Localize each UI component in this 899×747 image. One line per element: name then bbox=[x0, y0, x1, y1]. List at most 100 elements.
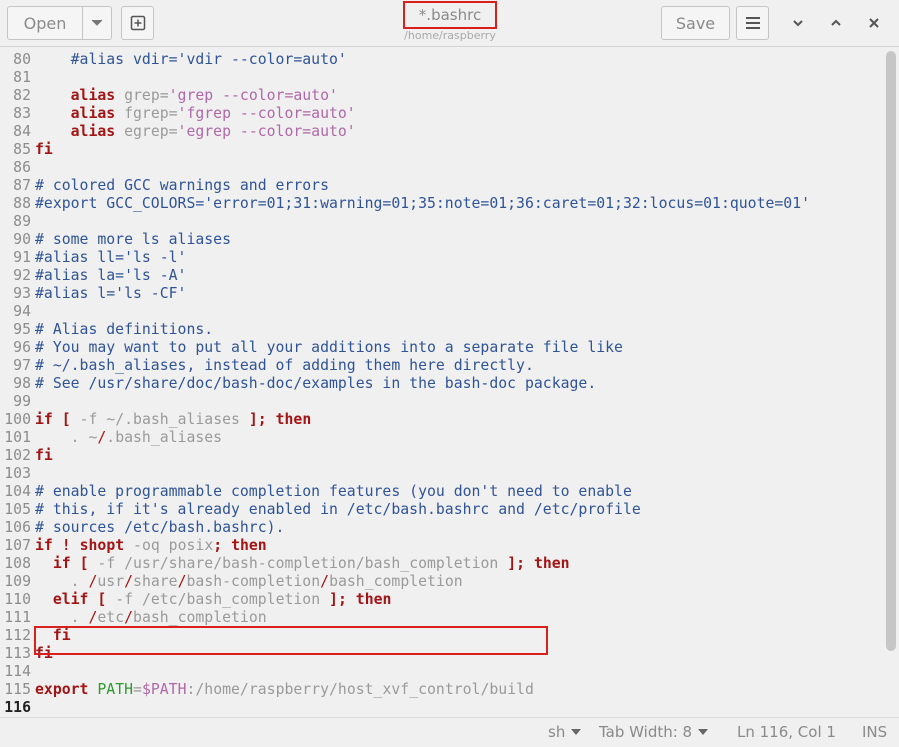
line-number: 104 bbox=[4, 483, 31, 500]
code-token: bash-completion bbox=[186, 573, 321, 590]
close-icon bbox=[869, 18, 879, 28]
close-button[interactable] bbox=[859, 6, 889, 40]
code-token: PATH bbox=[97, 681, 134, 698]
line-code: # colored GCC warnings and errors bbox=[35, 177, 329, 195]
code-token: fgrep= bbox=[115, 105, 178, 122]
code-token: if bbox=[52, 555, 71, 572]
code-token: # some more ls aliases bbox=[35, 231, 231, 248]
code-token: fi bbox=[35, 447, 53, 464]
line-number: 89 bbox=[13, 213, 31, 230]
code-token: # You may want to put all your additions… bbox=[35, 339, 623, 356]
code-token: / bbox=[124, 609, 134, 626]
line-number: 80 bbox=[13, 51, 31, 68]
line-number: 95 bbox=[13, 321, 31, 338]
line-number: 100 bbox=[4, 411, 31, 428]
code-token: if bbox=[35, 411, 53, 428]
line-code: . /etc/bash_completion bbox=[35, 609, 267, 627]
line-number: 106 bbox=[4, 519, 31, 536]
code-token: #alias la='ls -A' bbox=[35, 267, 187, 284]
line-number: 84 bbox=[13, 123, 31, 140]
insert-mode-indicator: INS bbox=[862, 723, 888, 741]
code-token: ! bbox=[61, 537, 71, 554]
code-token: # colored GCC warnings and errors bbox=[35, 177, 329, 194]
maximize-button[interactable] bbox=[821, 6, 851, 40]
line-number: 94 bbox=[13, 303, 31, 320]
line-code: #alias la='ls -A' bbox=[35, 267, 186, 285]
line-code: fi bbox=[35, 447, 53, 465]
line-number: 102 bbox=[4, 447, 31, 464]
vertical-scrollbar[interactable] bbox=[886, 51, 896, 651]
code-token: 'grep --color=auto' bbox=[168, 87, 338, 104]
line-code: alias grep='grep --color=auto' bbox=[35, 87, 338, 105]
line-code: if [ -f /usr/share/bash-completion/bash_… bbox=[35, 555, 570, 573]
line-code: . /usr/share/bash-completion/bash_comple… bbox=[35, 573, 463, 591]
language-label: sh bbox=[548, 723, 566, 741]
language-selector[interactable]: sh bbox=[548, 723, 582, 741]
code-token: ]; bbox=[507, 555, 526, 572]
open-dropdown-button[interactable] bbox=[82, 6, 112, 40]
line-number: 111 bbox=[4, 609, 31, 626]
code-token: [ bbox=[79, 555, 89, 572]
new-tab-button[interactable] bbox=[121, 6, 154, 40]
code-token: if bbox=[35, 537, 53, 554]
line-code: # enable programmable completion feature… bbox=[35, 483, 632, 501]
line-number: 109 bbox=[4, 573, 31, 590]
line-code: # Alias definitions. bbox=[35, 321, 213, 339]
code-token: # Alias definitions. bbox=[35, 321, 214, 338]
code-token: alias bbox=[70, 123, 116, 140]
line-number: 88 bbox=[13, 195, 31, 212]
line-number: 85 bbox=[13, 141, 31, 158]
minimize-button[interactable] bbox=[783, 6, 813, 40]
code-token: 'egrep --color=auto' bbox=[177, 123, 356, 140]
chevron-up-icon bbox=[831, 19, 841, 26]
code-token: #alias ll='ls -l' bbox=[35, 249, 187, 266]
line-number: 114 bbox=[4, 663, 31, 680]
line-number: 99 bbox=[13, 393, 31, 410]
line-code: # See /usr/share/doc/bash-doc/examples i… bbox=[35, 375, 596, 393]
code-token: # enable programmable completion feature… bbox=[35, 483, 632, 500]
code-token: [ bbox=[61, 411, 71, 428]
code-token: # See /usr/share/doc/bash-doc/examples i… bbox=[35, 375, 597, 392]
text-editor[interactable]: 80 #alias vdir='vdir --color=auto' 81 82 a… bbox=[0, 47, 884, 717]
menu-button[interactable] bbox=[736, 6, 769, 40]
line-code: # some more ls aliases bbox=[35, 231, 231, 249]
line-code: # ~/.bash_aliases, instead of adding the… bbox=[35, 357, 534, 375]
line-code: alias egrep='egrep --color=auto' bbox=[35, 123, 356, 141]
line-number: 107 bbox=[4, 537, 31, 554]
save-button[interactable]: Save bbox=[661, 6, 730, 40]
line-code: elif [ -f /etc/bash_completion ]; then bbox=[35, 591, 392, 609]
line-number: 92 bbox=[13, 267, 31, 284]
tab-width-label: Tab Width: 8 bbox=[599, 723, 693, 741]
chevron-down-icon bbox=[793, 20, 803, 27]
dropdown-arrow-icon bbox=[698, 729, 709, 735]
line-number: 101 bbox=[4, 429, 31, 446]
cursor-position: Ln 116, Col 1 bbox=[737, 723, 836, 741]
tab-width-selector[interactable]: Tab Width: 8 bbox=[599, 723, 709, 741]
line-number: 113 bbox=[4, 645, 31, 662]
window-title-area: *.bashrc /home/raspberry bbox=[380, 0, 520, 42]
line-number: 93 bbox=[13, 285, 31, 302]
line-code: #alias l='ls -CF' bbox=[35, 285, 186, 303]
code-token: # ~/.bash_aliases, instead of adding the… bbox=[35, 357, 534, 374]
line-number: 103 bbox=[4, 465, 31, 482]
code-token: shopt bbox=[79, 537, 125, 554]
code-token: export bbox=[35, 681, 89, 698]
code-token: then bbox=[533, 555, 570, 572]
code-token: share bbox=[133, 573, 178, 590]
line-number: 87 bbox=[13, 177, 31, 194]
line-number: 81 bbox=[13, 69, 31, 86]
line-code: #export GCC_COLORS='error=01;31:warning=… bbox=[35, 195, 810, 213]
code-token: $PATH bbox=[141, 681, 187, 698]
code-token: 'fgrep --color=auto' bbox=[177, 105, 356, 122]
code-token: elif bbox=[52, 591, 89, 608]
code-token: -f /usr/share/bash-completion/bash_compl… bbox=[88, 555, 508, 572]
code-token: #alias vdir='vdir --color=auto' bbox=[35, 51, 347, 68]
code-token: . bbox=[35, 609, 89, 626]
open-button[interactable]: Open bbox=[7, 6, 83, 40]
code-token: egrep= bbox=[115, 123, 178, 140]
